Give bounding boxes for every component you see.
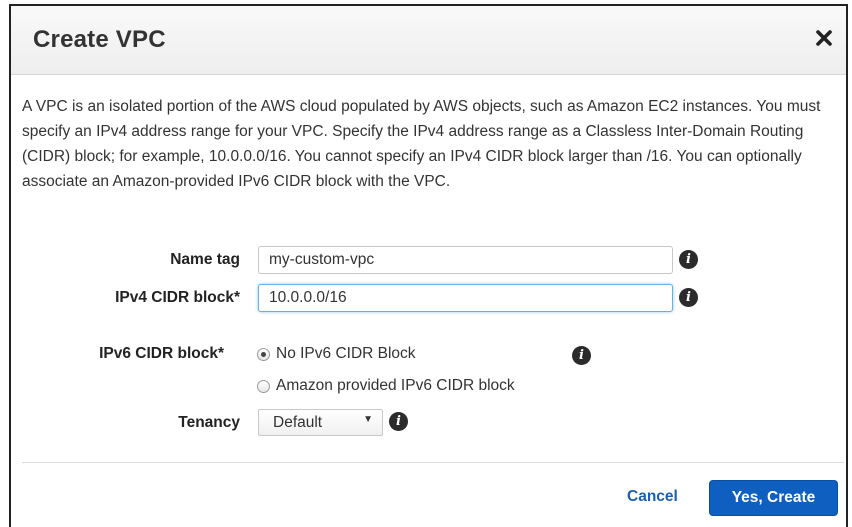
close-icon[interactable] — [812, 26, 836, 50]
radio-amazon-ipv6[interactable]: Amazon provided IPv6 CIDR block — [257, 377, 515, 395]
dialog-title: Create VPC — [33, 26, 166, 53]
tenancy-select[interactable]: Default ▼ — [258, 409, 383, 436]
tenancy-selected-value: Default — [273, 414, 323, 431]
info-icon[interactable]: i — [679, 288, 698, 307]
name-tag-input[interactable] — [258, 246, 673, 274]
info-icon[interactable]: i — [389, 412, 408, 431]
dialog-description: A VPC is an isolated portion of the AWS … — [22, 98, 821, 190]
ipv4-cidr-label: IPv4 CIDR block* — [115, 289, 240, 306]
name-tag-label: Name tag — [170, 251, 240, 268]
radio-amazon-ipv6-label: Amazon provided IPv6 CIDR block — [276, 377, 515, 394]
dialog-header: Create VPC — [11, 6, 846, 75]
radio-button-unchecked[interactable] — [257, 379, 270, 393]
radio-button-checked[interactable] — [257, 347, 270, 361]
cancel-button[interactable]: Cancel — [627, 488, 678, 506]
tenancy-label: Tenancy — [178, 414, 240, 431]
info-icon[interactable]: i — [572, 346, 591, 365]
footer-divider — [22, 462, 844, 463]
ipv6-cidr-label: IPv6 CIDR block* — [99, 345, 224, 362]
ipv4-cidr-input[interactable] — [258, 284, 673, 312]
chevron-down-icon: ▼ — [363, 414, 373, 425]
yes-create-button[interactable]: Yes, Create — [709, 480, 838, 516]
info-icon[interactable]: i — [679, 250, 698, 269]
radio-no-ipv6[interactable]: No IPv6 CIDR Block — [257, 345, 416, 363]
radio-no-ipv6-label: No IPv6 CIDR Block — [276, 345, 416, 362]
